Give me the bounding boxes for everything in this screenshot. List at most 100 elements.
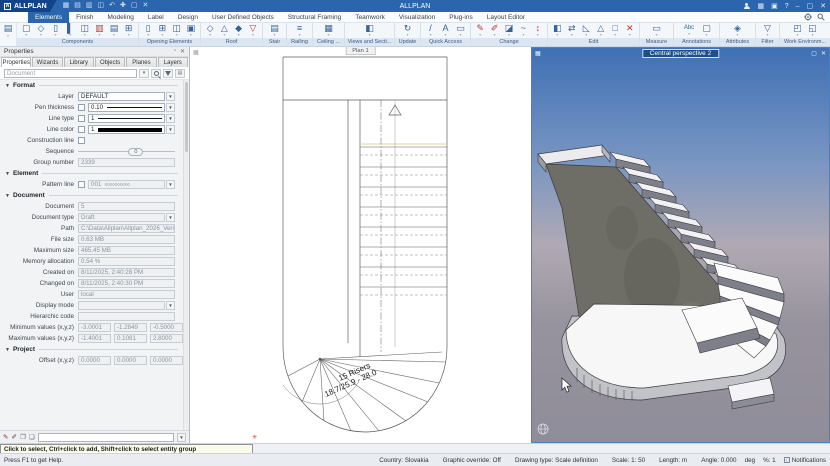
apply-parameters-icon[interactable]: ✐ xyxy=(11,433,16,441)
layer-combo[interactable]: DEFAULT xyxy=(78,92,165,101)
tab-visualization[interactable]: Visualization xyxy=(392,12,442,23)
viewport-menu-icon[interactable]: ▦ xyxy=(535,50,541,57)
tab-user-defined-objects[interactable]: User Defined Objects xyxy=(205,12,281,23)
tab-elements[interactable]: Elements xyxy=(28,11,70,23)
tool-icon[interactable]: ~ ▾ xyxy=(516,23,530,38)
panel-tab-wizards[interactable]: Wizards xyxy=(32,57,63,67)
toolbar-icon[interactable]: ✚ xyxy=(120,1,126,11)
tool-icon[interactable]: ◧ ▾ xyxy=(550,23,565,38)
tool-icon[interactable]: ▢ ▾ xyxy=(699,23,714,38)
tool-icon[interactable]: ◇ ▾ xyxy=(34,23,49,38)
toolbar-icon[interactable]: ◫ xyxy=(98,1,105,11)
chevron-down-icon[interactable]: ▼ xyxy=(166,103,175,112)
panel-tab-library[interactable]: Library xyxy=(63,57,94,67)
chevron-down-icon[interactable]: ▼ xyxy=(166,125,175,134)
tool-icon[interactable]: □ ▾ xyxy=(608,23,623,38)
views-tool-icon[interactable]: ◧ ▾ xyxy=(362,23,377,38)
search-icon[interactable] xyxy=(817,13,825,21)
sequence-slider[interactable]: 0 xyxy=(78,147,175,156)
tool-icon[interactable]: ↕ ▾ xyxy=(531,23,545,38)
chevron-down-icon[interactable]: ▼ xyxy=(166,180,175,189)
tool-icon[interactable]: ▤ ▾ xyxy=(107,23,122,38)
chevron-down-icon[interactable]: ▼ xyxy=(166,114,175,123)
favorites-combo[interactable] xyxy=(37,432,174,442)
update-tool-icon[interactable]: ↻ ▾ xyxy=(400,23,415,38)
construction-line-checkbox[interactable] xyxy=(78,137,85,144)
tool-icon[interactable]: ◫ ▾ xyxy=(170,23,184,38)
status-length-unit[interactable]: Length: m xyxy=(659,457,687,464)
tab-finish[interactable]: Finish xyxy=(69,12,100,23)
line-type-checkbox[interactable] xyxy=(78,115,85,122)
section-project[interactable]: ▼ Project xyxy=(0,344,183,355)
tool-icon[interactable]: ◆ ▾ xyxy=(232,23,246,38)
gear-icon[interactable] xyxy=(804,13,812,21)
tool-icon[interactable]: ▥ ▾ xyxy=(92,23,107,38)
tab-structural-framing[interactable]: Structural Framing xyxy=(281,12,348,23)
viewport-menu-icon[interactable]: ▦ xyxy=(193,49,199,56)
tool-icon[interactable]: ◱ ▾ xyxy=(805,23,820,38)
tab-layout-editor[interactable]: Layout Editor xyxy=(480,12,532,23)
tool-icon[interactable]: ◺ ▾ xyxy=(579,23,594,38)
section-document[interactable]: ▼ Document xyxy=(0,190,183,201)
combo-dropdown-button[interactable]: ▾ xyxy=(139,68,149,78)
list-view-button[interactable]: ▤ xyxy=(175,68,185,78)
status-graphic-override[interactable]: Graphic override: Off xyxy=(443,457,501,464)
filter-combo[interactable]: Document xyxy=(4,68,137,78)
take-parameters-icon[interactable]: ✎ xyxy=(3,433,8,441)
notifications-button[interactable]: ! Notifications xyxy=(783,456,826,464)
plan-view-tab[interactable]: Plan 1 xyxy=(345,47,376,55)
paste-icon[interactable]: ❏ xyxy=(29,433,35,441)
pattern-line-checkbox[interactable] xyxy=(78,181,85,188)
attributes-tool-icon[interactable]: ◈ ▾ xyxy=(730,23,745,38)
line-type-combo[interactable]: 1 xyxy=(88,114,165,123)
tool-icon[interactable]: ◇ ▾ xyxy=(203,23,217,38)
panel-tab-properties[interactable]: Properties xyxy=(1,57,32,67)
status-angle[interactable]: Angle: 0.000 xyxy=(701,457,736,464)
minimize-button[interactable]: – xyxy=(796,3,800,10)
tool-icon[interactable]: ✐ ▾ xyxy=(487,23,501,38)
section-format[interactable]: ▼ Format xyxy=(0,80,183,91)
close-button[interactable]: ✕ xyxy=(820,2,826,10)
tool-icon[interactable]: ◫ ▾ xyxy=(78,23,93,38)
close-icon[interactable]: ✕ xyxy=(821,50,826,57)
perspective-viewport[interactable]: ▦ Central perspective 2 ▢ ✕ xyxy=(531,47,830,443)
line-color-checkbox[interactable] xyxy=(78,126,85,133)
ruler-icon[interactable]: ▭ ▾ xyxy=(649,23,664,38)
tool-icon[interactable]: ▌ ▾ xyxy=(63,23,78,38)
section-element[interactable]: ▼ Element xyxy=(0,168,183,179)
text-tool-icon[interactable]: A ▾ xyxy=(438,23,453,38)
shop-cart-icon[interactable]: ▣ xyxy=(771,2,778,10)
tool-icon[interactable]: ◰ ▾ xyxy=(790,23,805,38)
line-tool-icon[interactable]: / ▾ xyxy=(423,23,438,38)
tab-design[interactable]: Design xyxy=(171,12,205,23)
tool-icon[interactable]: ▯ ▾ xyxy=(141,23,155,38)
maximize-icon[interactable]: ▢ xyxy=(811,50,817,57)
close-icon[interactable]: ✕ xyxy=(180,48,185,55)
line-color-combo[interactable]: 1 xyxy=(88,125,165,134)
scrollbar-thumb[interactable] xyxy=(185,82,188,152)
properties-palette-toggle[interactable]: ▤ ▾ xyxy=(0,23,17,46)
filter-funnel-icon[interactable]: ▽ ▾ xyxy=(760,23,775,38)
ceiling-tool-icon[interactable]: ▦ ▾ xyxy=(321,23,336,38)
tool-icon[interactable]: △ ▾ xyxy=(217,23,231,38)
pin-icon[interactable]: ▫ xyxy=(174,48,176,55)
user-account-icon[interactable] xyxy=(743,2,750,10)
dimension-tool-icon[interactable]: ▭ ▾ xyxy=(453,23,468,38)
pencil-tool-icon[interactable]: ✎ ▾ xyxy=(473,23,487,38)
display-mode-combo[interactable] xyxy=(78,301,165,310)
tool-icon[interactable]: ⇄ ▾ xyxy=(565,23,580,38)
panel-scrollbar[interactable] xyxy=(183,80,189,430)
tool-icon[interactable]: ▽ ▾ xyxy=(246,23,260,38)
abc-annotation-icon[interactable]: Abc ▾ xyxy=(679,25,699,36)
toolbar-icon[interactable]: ▦ xyxy=(63,1,70,11)
chevron-down-icon[interactable]: ▼ xyxy=(166,301,175,310)
status-scale[interactable]: Scale: 1: 50 xyxy=(612,457,645,464)
tab-label[interactable]: Label xyxy=(141,12,171,23)
tool-icon[interactable]: ▯ ▾ xyxy=(48,23,63,38)
status-drawing-type[interactable]: Drawing type: Scale definition xyxy=(515,457,598,464)
toolbar-icon[interactable]: ▤ xyxy=(74,1,81,11)
status-angle-unit[interactable]: deg xyxy=(745,457,756,464)
tab-modeling[interactable]: Modeling xyxy=(100,12,140,23)
tool-icon[interactable]: ▣ ▾ xyxy=(184,23,198,38)
filter-button[interactable] xyxy=(163,68,173,78)
